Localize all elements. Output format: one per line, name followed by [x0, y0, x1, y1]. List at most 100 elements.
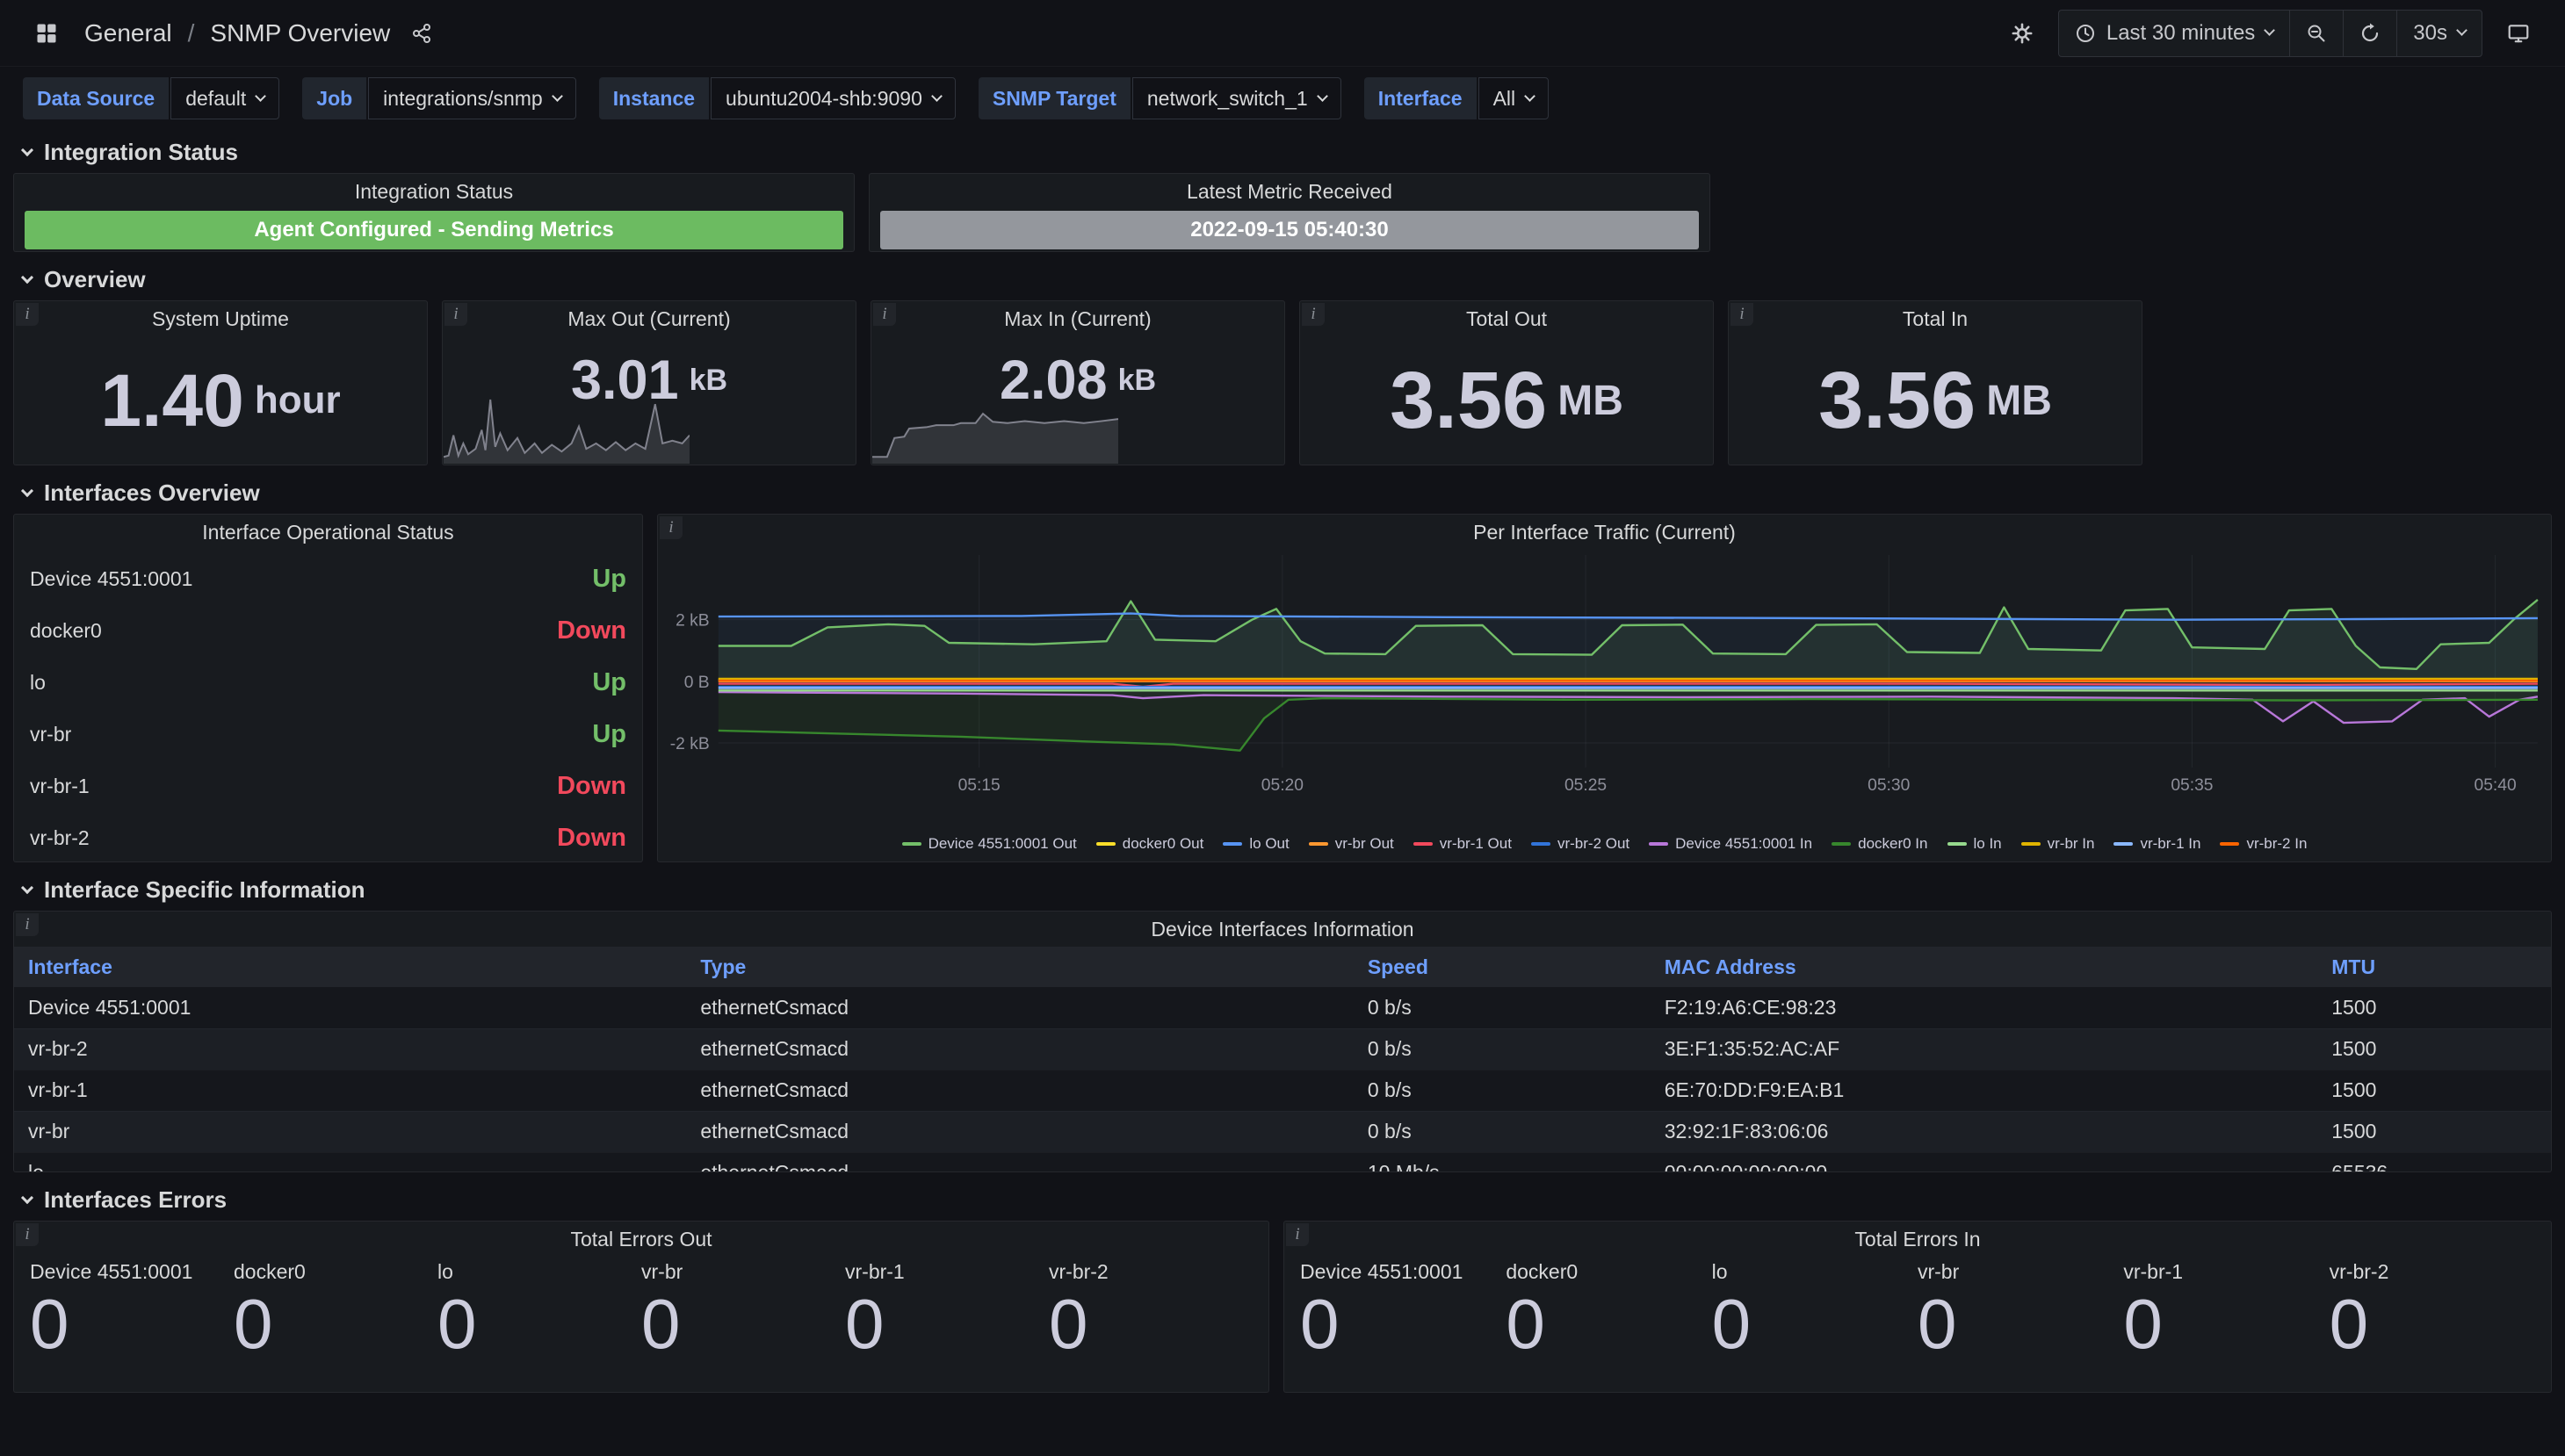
section-interfaces-errors[interactable]: Interfaces Errors — [0, 1186, 2565, 1214]
grid-icon — [34, 21, 59, 46]
column-header-speed[interactable]: Speed — [1354, 947, 1651, 987]
error-stat: vr-br0 — [1918, 1260, 2123, 1361]
legend-item-device-4551-0001-in[interactable]: Device 4551:0001 In — [1649, 835, 1812, 853]
info-icon[interactable]: i — [16, 303, 39, 326]
legend-item-vr-br-out[interactable]: vr-br Out — [1309, 835, 1394, 853]
panel-title[interactable]: Device Interfaces Information — [14, 912, 2551, 947]
time-range-picker[interactable]: Last 30 minutes — [2058, 10, 2289, 57]
legend-item-vr-br-in[interactable]: vr-br In — [2021, 835, 2095, 853]
interface-status-value: Down — [557, 772, 626, 801]
stat-value: 1.40 — [100, 364, 244, 437]
series-color-swatch — [1947, 842, 1967, 846]
zoom-out-time-button[interactable] — [2289, 10, 2343, 57]
info-icon[interactable]: i — [1302, 303, 1325, 326]
table-cell: lo — [14, 1152, 686, 1172]
legend-item-lo-in[interactable]: lo In — [1947, 835, 2002, 853]
error-interface-name: docker0 — [234, 1260, 437, 1284]
table-cell: 6E:70:DD:F9:EA:B1 — [1651, 1070, 2318, 1111]
panel-title[interactable]: Interface Operational Status — [14, 515, 642, 550]
svg-text:2 kB: 2 kB — [676, 612, 710, 631]
series-color-swatch — [1309, 842, 1328, 846]
legend-label: docker0 Out — [1123, 835, 1204, 853]
error-count-value: 0 — [1049, 1287, 1253, 1361]
info-icon[interactable]: i — [16, 1223, 39, 1246]
interface-name: vr-br — [30, 723, 71, 746]
table-cell: 1500 — [2317, 1070, 2551, 1111]
kiosk-mode-button[interactable] — [2495, 10, 2542, 57]
variable-value-dropdown[interactable]: All — [1478, 77, 1550, 119]
variable-current-value: All — [1493, 87, 1516, 111]
column-header-type[interactable]: Type — [686, 947, 1354, 987]
share-button[interactable] — [404, 10, 439, 57]
dashboards-grid-icon[interactable] — [23, 10, 70, 57]
table-row: loethernetCsmacd10 Mb/s00:00:00:00:00:00… — [14, 1152, 2551, 1172]
error-count-value: 0 — [2330, 1287, 2535, 1361]
legend-label: Device 4551:0001 Out — [928, 835, 1077, 853]
panel-total-errors-out: i Total Errors Out Device 4551:00010dock… — [13, 1221, 1269, 1393]
info-icon[interactable]: i — [16, 913, 39, 936]
panel-title[interactable]: Per Interface Traffic (Current) — [658, 515, 2551, 550]
panel-device-interfaces-information: i Device Interfaces Information Interfac… — [13, 911, 2552, 1172]
variable-label: Instance — [599, 77, 709, 119]
error-count-value: 0 — [30, 1287, 234, 1361]
legend-item-vr-br-2-in[interactable]: vr-br-2 In — [2220, 835, 2307, 853]
column-header-interface[interactable]: Interface — [14, 947, 686, 987]
legend-item-docker0-in[interactable]: docker0 In — [1832, 835, 1927, 853]
svg-text:0 B: 0 B — [684, 674, 710, 692]
variable-label: SNMP Target — [979, 77, 1131, 119]
panel-title[interactable]: Total Errors In — [1284, 1222, 2551, 1257]
variable-value-dropdown[interactable]: integrations/snmp — [368, 77, 576, 119]
variable-value-dropdown[interactable]: network_switch_1 — [1132, 77, 1341, 119]
legend-item-lo-out[interactable]: lo Out — [1223, 835, 1289, 853]
panel-title[interactable]: Integration Status — [14, 174, 854, 209]
chevron-down-icon — [1524, 90, 1535, 102]
column-header-mtu[interactable]: MTU — [2317, 947, 2551, 987]
table-cell: ethernetCsmacd — [686, 1152, 1354, 1172]
refresh-interval-dropdown[interactable]: 30s — [2396, 10, 2482, 57]
panel-title[interactable]: Total Errors Out — [14, 1222, 1268, 1257]
info-icon[interactable]: i — [444, 303, 467, 326]
section-integration-status[interactable]: Integration Status — [0, 139, 2565, 166]
legend-label: vr-br-2 In — [2246, 835, 2307, 853]
variable-value-dropdown[interactable]: default — [170, 77, 279, 119]
legend-item-vr-br-1-out[interactable]: vr-br-1 Out — [1413, 835, 1512, 853]
svg-text:05:35: 05:35 — [2171, 776, 2213, 795]
panel-title[interactable]: Max In (Current) — [871, 301, 1284, 336]
panel-title[interactable]: Total In — [1729, 301, 2142, 336]
table-cell: 1500 — [2317, 1111, 2551, 1152]
table-cell: 3E:F1:35:52:AC:AF — [1651, 1028, 2318, 1070]
chevron-down-icon — [931, 90, 943, 102]
clock-icon — [2075, 23, 2096, 44]
variable-value-dropdown[interactable]: ubuntu2004-shb:9090 — [711, 77, 956, 119]
svg-text:-2 kB: -2 kB — [670, 735, 710, 753]
variable-data-source: Data Sourcedefault — [23, 77, 279, 119]
section-collapse-icon — [21, 1191, 33, 1203]
legend-item-vr-br-2-out[interactable]: vr-br-2 Out — [1531, 835, 1629, 853]
breadcrumb-dashboard-title[interactable]: SNMP Overview — [210, 19, 390, 47]
legend-item-docker0-out[interactable]: docker0 Out — [1096, 835, 1204, 853]
error-interface-name: Device 4551:0001 — [1300, 1260, 1506, 1284]
interface-status-value: Up — [592, 668, 626, 697]
interface-status-row: loUp — [30, 657, 626, 709]
legend-item-device-4551-0001-out[interactable]: Device 4551:0001 Out — [902, 835, 1077, 853]
column-header-mac-address[interactable]: MAC Address — [1651, 947, 2318, 987]
info-icon[interactable]: i — [660, 516, 683, 539]
panel-title[interactable]: System Uptime — [14, 301, 427, 336]
legend-item-vr-br-1-in[interactable]: vr-br-1 In — [2113, 835, 2200, 853]
breadcrumb-folder[interactable]: General — [84, 19, 172, 47]
zoom-out-icon — [2306, 23, 2327, 44]
variable-job: Jobintegrations/snmp — [302, 77, 575, 119]
interface-status-row: vr-br-2Down — [30, 812, 626, 864]
section-interface-specific[interactable]: Interface Specific Information — [0, 876, 2565, 904]
dashboard-settings-button[interactable] — [1998, 10, 2046, 57]
section-overview[interactable]: Overview — [0, 266, 2565, 293]
info-icon[interactable]: i — [1286, 1223, 1309, 1246]
refresh-button[interactable] — [2343, 10, 2396, 57]
panel-title[interactable]: Max Out (Current) — [443, 301, 856, 336]
info-icon[interactable]: i — [873, 303, 896, 326]
panel-title[interactable]: Latest Metric Received — [870, 174, 1709, 209]
panel-title[interactable]: Total Out — [1300, 301, 1713, 336]
section-interfaces-overview[interactable]: Interfaces Overview — [0, 479, 2565, 507]
info-icon[interactable]: i — [1730, 303, 1753, 326]
template-variables-row: Data Sourcedefault Jobintegrations/snmp In… — [0, 67, 2565, 125]
